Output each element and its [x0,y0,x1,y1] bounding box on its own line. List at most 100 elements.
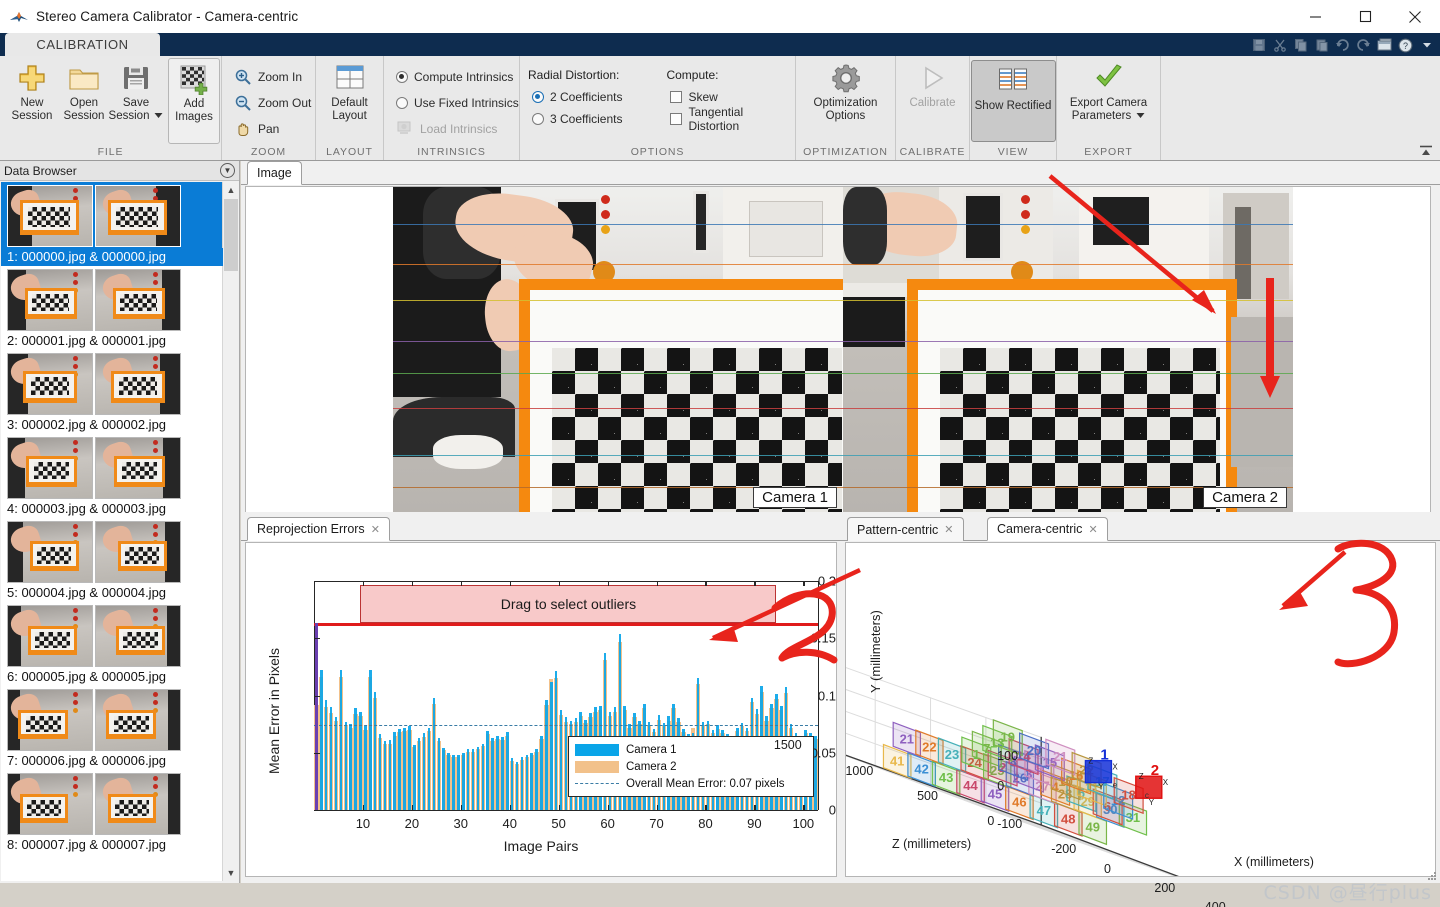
chevron-down-icon[interactable]: ▼ [223,865,239,881]
add-images-line1: Add [183,98,205,110]
collapse-ribbon-icon[interactable] [1418,144,1434,158]
tab-calibration-label: CALIBRATION [36,37,129,52]
bar-camera1 [550,681,553,810]
optimization-options-line1: Optimization [813,97,878,109]
outlier-selector-box[interactable]: Drag to select outliers [360,585,777,624]
close-icon[interactable]: ✕ [1088,523,1097,536]
compute-intrinsics-radio[interactable]: Compute Intrinsics [392,64,513,90]
board-index-label: 22 [922,739,936,754]
export-camera-parameters-dropdown-icon[interactable] [1136,110,1145,123]
x-tick-label: -200 [1051,842,1077,857]
thumbnail [95,605,181,667]
default-layout-button[interactable]: Default Layout [316,58,383,144]
qat-help-icon[interactable]: ? [1396,36,1415,54]
list-item[interactable]: 1: 000000.jpg & 000000.jpg [1,182,223,266]
minimize-button[interactable] [1290,0,1340,33]
x-tick-mark-top [607,581,609,586]
close-button[interactable] [1390,0,1440,33]
thumbnail [95,521,181,583]
tab-pattern-centric-label: Pattern-centric [857,522,939,537]
thumbnail [95,269,181,331]
bar-camera1 [393,732,396,810]
bar-camera1 [442,748,445,810]
save-session-dropdown-icon[interactable] [154,110,163,123]
list-item[interactable]: 8: 000007.jpg & 000007.jpg [1,770,223,854]
bar-camera1 [349,724,352,810]
window-title: Stereo Camera Calibrator - Camera-centri… [36,9,299,24]
reprojection-errors-chart[interactable]: Drag to select outliers 0 0.05 0.1 0.15 0.2 10… [246,543,836,876]
legend-item-camera1: Camera 1 [575,741,807,758]
list-item[interactable]: 2: 000001.jpg & 000001.jpg [1,266,223,350]
tab-camera-centric[interactable]: Camera-centric ✕ [987,517,1108,541]
bar-camera1 [417,737,421,810]
qat-redo-icon[interactable] [1354,36,1373,54]
x-tick-mark [754,805,756,810]
bar-camera1 [564,717,568,810]
show-rectified-button[interactable]: Show Rectified [970,60,1056,142]
tab-image[interactable]: Image [247,161,302,185]
bar-camera1 [461,752,465,810]
image-canvas[interactable]: Camera 1 Camera 2 [245,186,1431,514]
qat-copy-icon[interactable] [1291,36,1310,54]
close-icon[interactable]: ✕ [944,523,953,536]
camera-axis-label: Z [1139,772,1144,781]
radial-3-coefficients-radio[interactable]: 3 Coefficients [528,108,666,130]
qat-paste-icon[interactable] [1312,36,1331,54]
extrinsics-panel: Pattern-centric ✕ Camera-centric ✕ 41 42 4… [774,517,1440,907]
outlier-handle-line[interactable] [315,623,318,810]
x-tick-mark [509,805,511,810]
list-item-label: 4: 000003.jpg & 000003.jpg [7,501,167,516]
outlier-threshold-line[interactable] [314,623,818,626]
image-panel: Image Camera 1 Camera 2 [241,161,1440,516]
ribbon-group-export: Export Camera Parameters EXPORT [1057,56,1161,160]
y-tick-label: 0.2 [817,573,836,589]
zoom-out-button[interactable]: Zoom Out [230,90,311,116]
use-fixed-intrinsics-radio[interactable]: Use Fixed Intrinsics [392,90,519,116]
scrollbar-thumb[interactable] [224,199,238,271]
radial-2-coefficients-radio[interactable]: 2 Coefficients [528,86,666,108]
tab-reprojection-errors[interactable]: Reprojection Errors ✕ [247,517,390,541]
reprojection-errors-canvas[interactable]: Drag to select outliers 0 0.05 0.1 0.15 0.2 10… [245,542,837,877]
qat-undo-icon[interactable] [1333,36,1352,54]
close-icon[interactable]: ✕ [371,523,380,536]
list-item[interactable]: 5: 000004.jpg & 000004.jpg [1,518,223,602]
outlier-selector-label: Drag to select outliers [500,596,637,613]
board-index-label: 41 [890,753,904,768]
qat-cut-icon[interactable] [1270,36,1289,54]
pan-button[interactable]: Pan [230,116,279,142]
radial-distortion-heading: Radial Distortion: [528,68,620,82]
tab-pattern-centric[interactable]: Pattern-centric ✕ [847,517,964,541]
maximize-button[interactable] [1340,0,1390,33]
camera-centric-3d-plot[interactable]: 41 42 43 44 45 46 47 48 49 21 22 23 24 25 26 27 28 29 30 31… [774,543,1435,907]
chevron-up-icon[interactable]: ▲ [223,182,239,198]
list-item[interactable]: 6: 000005.jpg & 000005.jpg [1,602,223,686]
camera2-label: Camera 2 [1203,487,1287,508]
thumbnail [7,185,93,247]
camera1-epipolar-lines [393,187,843,514]
qat-save-icon[interactable] [1249,36,1268,54]
camera-index-label: 1 [1100,747,1108,764]
board-index-label: 18 [1121,787,1135,802]
data-browser-scrollbar[interactable]: ▲ ▼ [222,182,239,881]
radial-2-coefficients-indicator [532,91,544,103]
list-item[interactable]: 7: 000006.jpg & 000006.jpg [1,686,223,770]
optimization-options-button[interactable]: Optimization Options [805,58,887,144]
add-images-button[interactable]: Add Images [168,58,220,144]
list-item[interactable]: 4: 000003.jpg & 000003.jpg [1,434,223,518]
data-browser-list[interactable]: 1: 000000.jpg & 000000.jpg 2: 000001.jpg… [1,182,223,881]
tab-calibration[interactable]: CALIBRATION [5,33,160,56]
qat-dropdown-icon[interactable] [1417,36,1436,54]
thumbnail [95,689,181,751]
tangential-distortion-checkbox[interactable]: Tangential Distortion [666,105,795,133]
gear-icon [830,62,862,94]
zoom-in-button[interactable]: Zoom In [230,64,302,90]
list-item[interactable]: 3: 000002.jpg & 000002.jpg [1,350,223,434]
open-session-button[interactable]: Open Session [58,58,110,144]
qat-layout-icon[interactable] [1375,36,1394,54]
save-session-button[interactable]: Save Session [109,58,163,144]
camera-centric-canvas[interactable]: 41 42 43 44 45 46 47 48 49 21 22 23 24 25 26 27 28 29 30 31… [774,542,1436,907]
export-camera-parameters-button[interactable]: Export Camera Parameters [1059,58,1159,144]
chevron-down-circle-icon[interactable]: ▼ [220,163,235,178]
new-session-button[interactable]: New Session [6,58,58,144]
bar-camera1 [368,670,372,810]
